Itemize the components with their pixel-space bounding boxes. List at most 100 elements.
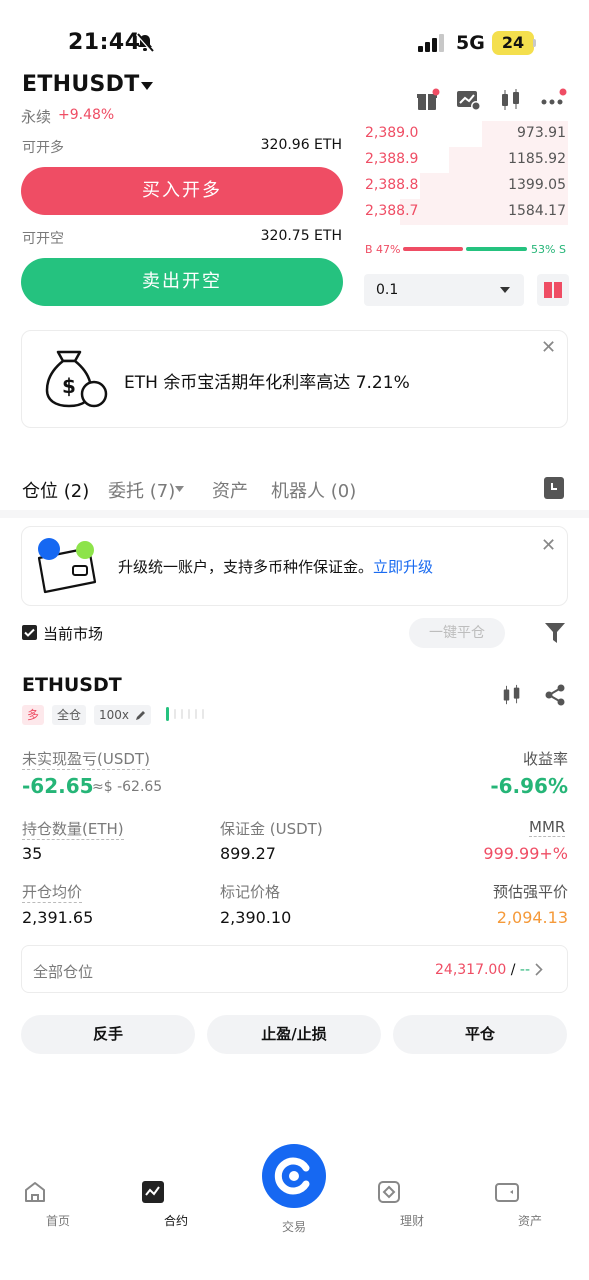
- ask-price: 2,388.7: [365, 203, 419, 219]
- ask-price: 2,388.9: [365, 151, 419, 167]
- upgrade-text: 升级统一账户，支持多币种作保证金。立即升级: [118, 556, 433, 577]
- current-market-checkbox[interactable]: [22, 625, 37, 640]
- more-icon[interactable]: [541, 88, 567, 112]
- ask-price: 2,389.0: [365, 125, 419, 141]
- mmr-label[interactable]: MMR: [529, 818, 566, 837]
- entry-price-label[interactable]: 开仓均价: [22, 881, 83, 903]
- ask-qty: 1399.05: [508, 177, 566, 193]
- nav-futures[interactable]: 合约: [141, 1180, 211, 1229]
- mmr-value: 999.99+%: [483, 844, 568, 863]
- liq-price-value: 2,094.13: [496, 908, 568, 927]
- earn-icon: [377, 1180, 447, 1204]
- ask-price: 2,388.8: [365, 177, 419, 193]
- home-icon: [23, 1180, 93, 1204]
- gift-icon[interactable]: [416, 88, 440, 112]
- close-position-button[interactable]: 平仓: [393, 1015, 567, 1054]
- svg-text:$: $: [62, 374, 76, 398]
- battery-indicator: 24: [492, 31, 534, 55]
- battery-cap: [533, 39, 536, 47]
- position-symbol[interactable]: ETHUSDT: [22, 674, 122, 696]
- chart-settings-icon[interactable]: [456, 88, 482, 112]
- ask-qty: 1584.17: [508, 203, 566, 219]
- unrealized-pnl-usd: ≈$ -62.65: [92, 779, 163, 795]
- share-icon[interactable]: [544, 684, 566, 706]
- nav-label: 首页: [45, 1214, 70, 1228]
- unrealized-pnl-value: -62.65: [22, 774, 94, 798]
- can-short-value: 320.75 ETH: [260, 228, 342, 244]
- nav-home[interactable]: 首页: [23, 1180, 93, 1229]
- nav-earn[interactable]: 理财: [377, 1180, 447, 1229]
- tab-assets[interactable]: 资产: [212, 477, 248, 503]
- mark-price-label: 标记价格: [220, 883, 281, 901]
- caret-down-icon: [500, 287, 510, 293]
- futures-icon: [141, 1180, 211, 1204]
- money-bag-icon: $: [44, 346, 110, 410]
- orderbook-row[interactable]: 2,388.9 1185.92: [363, 147, 568, 173]
- sell-short-button[interactable]: 卖出开空: [21, 258, 343, 306]
- bell-muted-icon: [136, 33, 154, 53]
- buy-ratio-bar: [403, 247, 463, 251]
- edit-icon[interactable]: [135, 709, 147, 721]
- all-positions-label: 全部仓位: [33, 963, 94, 981]
- tp-sl-button[interactable]: 止盈/止损: [207, 1015, 381, 1054]
- signal-icon: [418, 34, 446, 52]
- close-icon[interactable]: ✕: [541, 535, 556, 556]
- can-long-value: 320.96 ETH: [260, 137, 342, 153]
- chevron-right-icon: [535, 963, 543, 976]
- nav-label: 理财: [399, 1214, 424, 1228]
- network-type: 5G: [456, 32, 485, 54]
- nav-trade[interactable]: 交易: [259, 1218, 329, 1235]
- dash-value: --: [519, 962, 530, 978]
- history-icon[interactable]: [544, 477, 564, 499]
- current-market-label[interactable]: 当前市场: [43, 623, 103, 644]
- close-all-button[interactable]: 一键平仓: [409, 618, 505, 648]
- orderbook-row[interactable]: 2,389.0 973.91: [363, 121, 568, 147]
- orderbook-row[interactable]: 2,388.8 1399.05: [363, 173, 568, 199]
- wallet-icon: [495, 1180, 565, 1204]
- status-time: 21:44: [68, 30, 141, 55]
- position-size-value: 35: [22, 844, 43, 863]
- can-short-label: 可开空: [22, 231, 64, 247]
- unrealized-pnl-label[interactable]: 未实现盈亏(USDT): [22, 748, 150, 770]
- margin-label: 保证金 (USDT): [220, 820, 323, 838]
- margin-value: 899.27: [220, 844, 276, 863]
- filter-icon[interactable]: [545, 623, 565, 643]
- orderbook-view-icon[interactable]: [537, 274, 569, 306]
- trade-fab-button[interactable]: [262, 1144, 326, 1208]
- nav-label: 合约: [163, 1214, 188, 1228]
- price-change: +9.48%: [58, 107, 115, 123]
- liq-price-label: 预估强平价: [492, 883, 568, 901]
- entry-price-value: 2,391.65: [22, 908, 94, 927]
- margin-mode-tag: 全仓: [52, 705, 87, 725]
- tab-positions[interactable]: 仓位 (2): [22, 477, 89, 503]
- caret-down-icon[interactable]: [141, 82, 153, 90]
- orderbook-row[interactable]: 2,388.7 1584.17: [363, 199, 568, 225]
- position-size-label[interactable]: 持仓数量(ETH): [22, 818, 124, 840]
- nav-label: 交易: [281, 1220, 306, 1234]
- buy-ratio: B 47%: [365, 243, 401, 256]
- nav-assets[interactable]: 资产: [495, 1180, 565, 1229]
- ask-qty: 1185.92: [508, 151, 566, 167]
- roi-label: 收益率: [522, 750, 568, 768]
- close-icon[interactable]: ✕: [541, 337, 556, 358]
- side-tag: 多: [22, 705, 45, 725]
- all-positions-value: 24,317.00: [435, 962, 507, 978]
- caret-down-icon[interactable]: [175, 486, 184, 492]
- nav-label: 资产: [517, 1214, 542, 1228]
- tab-bots[interactable]: 机器人 (0): [271, 477, 356, 503]
- reverse-button[interactable]: 反手: [21, 1015, 195, 1054]
- leverage-value: 100x: [99, 708, 130, 722]
- all-positions-summary: 24,317.00 / --: [410, 962, 530, 978]
- ask-qty: 973.91: [517, 125, 566, 141]
- sell-ratio: 53% S: [531, 243, 566, 256]
- pair-title[interactable]: ETHUSDT: [22, 72, 140, 97]
- candlestick-icon[interactable]: [499, 88, 523, 112]
- upgrade-now-link[interactable]: 立即升级: [373, 558, 433, 576]
- mark-price-value: 2,390.10: [220, 908, 292, 927]
- tab-orders[interactable]: 委托 (7): [108, 477, 175, 503]
- can-long-label: 可开多: [22, 140, 64, 156]
- promo-text: ETH 余币宝活期年化利率高达 7.21%: [124, 373, 410, 393]
- candlestick-icon[interactable]: [501, 684, 523, 706]
- buy-long-button[interactable]: 买入开多: [21, 167, 343, 215]
- slash: /: [510, 962, 516, 978]
